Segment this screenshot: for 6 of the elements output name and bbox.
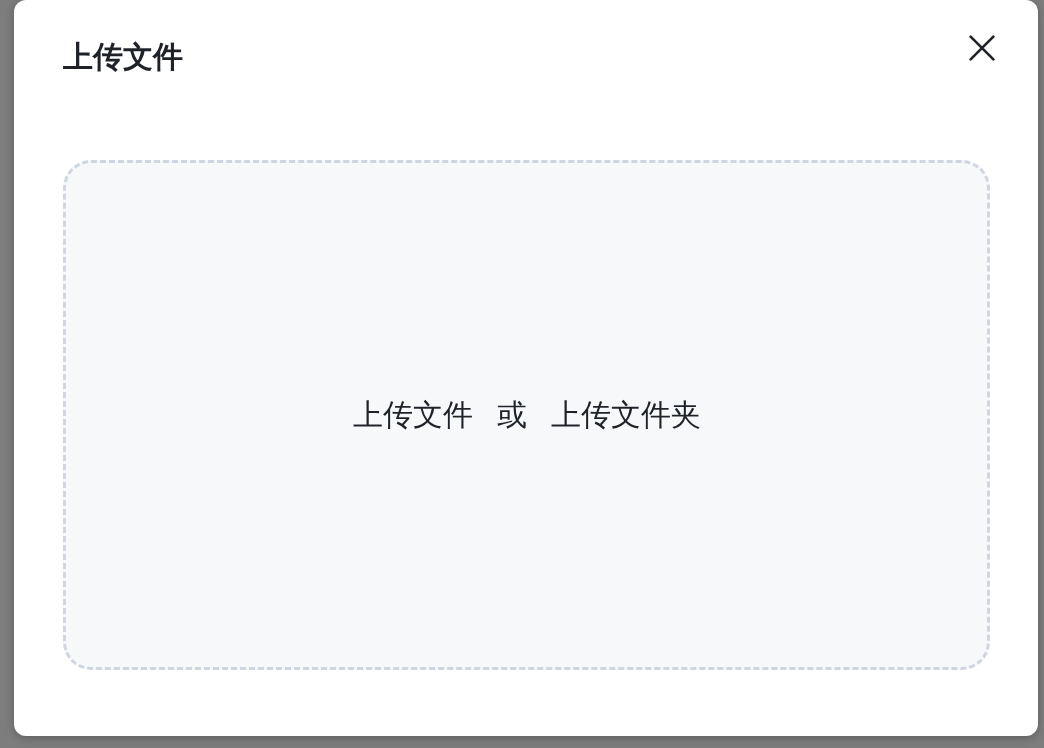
upload-folder-link[interactable]: 上传文件夹	[550, 395, 701, 435]
separator-text: 或	[496, 396, 527, 434]
close-icon	[969, 35, 995, 61]
file-drop-zone[interactable]: 上传文件 或 上传文件夹	[63, 160, 990, 670]
upload-file-link[interactable]: 上传文件	[352, 395, 473, 435]
dialog-title: 上传文件	[63, 38, 183, 76]
